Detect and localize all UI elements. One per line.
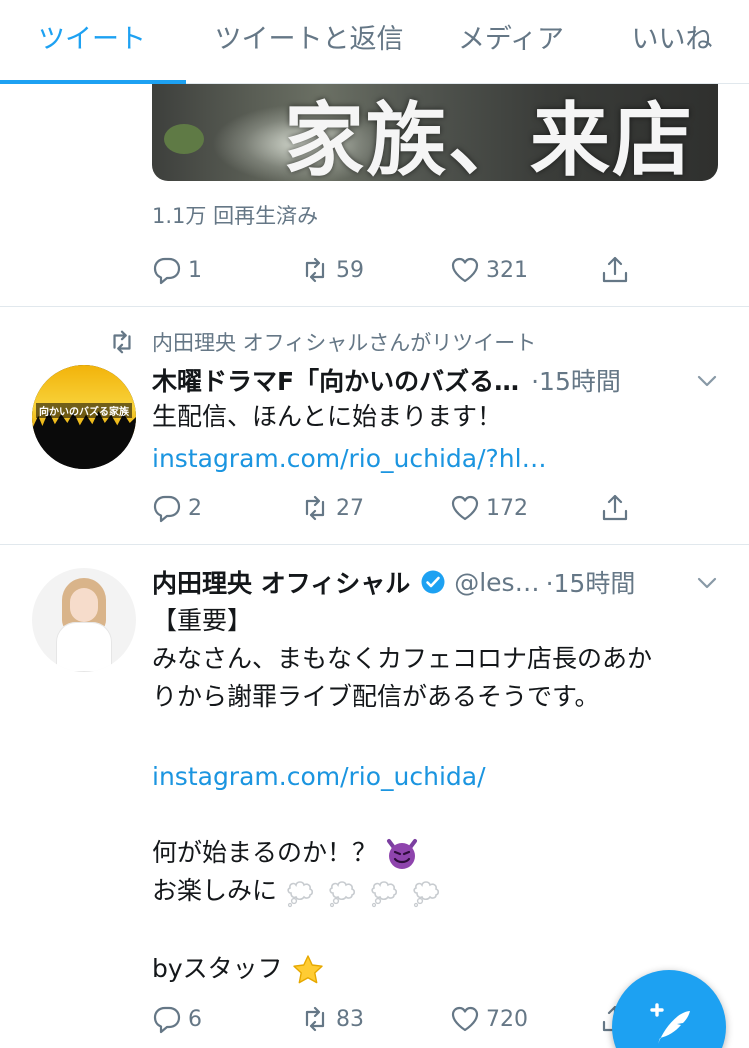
star-emoji-icon <box>292 955 323 984</box>
retweet-count: 59 <box>336 257 364 283</box>
tweet-link[interactable]: instagram.com/rio_uchida/ <box>152 760 486 794</box>
thought-balloon-emoji-icon <box>329 881 355 908</box>
display-name[interactable]: 内田理央 オフィシャル <box>152 564 410 600</box>
compose-tweet-button[interactable] <box>612 970 726 1048</box>
reply-icon <box>153 495 181 523</box>
share-button[interactable] <box>600 252 630 288</box>
tweet-text-fragment: 何が始まるのか！？ <box>152 838 378 867</box>
chevron-down-icon[interactable] <box>694 368 720 394</box>
like-count: 720 <box>486 1006 528 1032</box>
retweet-button[interactable]: 83 <box>300 1001 364 1037</box>
retweet-icon <box>305 495 325 521</box>
tweet-text-line: byスタッフ <box>152 952 325 987</box>
reply-count: 1 <box>188 257 202 283</box>
retweet-button[interactable]: 59 <box>300 252 364 288</box>
tab-tweets[interactable]: ツイート <box>22 0 162 84</box>
reply-count: 6 <box>188 1006 202 1032</box>
thumbnail-tree <box>164 124 204 154</box>
thought-balloon-emoji-icon <box>413 881 439 908</box>
tweet-text-line: りから謝罪ライブ配信があるそうです。 <box>152 682 600 711</box>
reply-button[interactable]: 1 <box>152 252 202 288</box>
retweet-count: 83 <box>336 1006 364 1032</box>
tweet-time[interactable]: ·15時間 <box>546 564 636 600</box>
like-button[interactable]: 321 <box>450 252 528 288</box>
retweet-count: 27 <box>336 495 364 521</box>
user-handle[interactable]: @les… <box>454 568 539 597</box>
tab-media[interactable]: メディア <box>448 0 574 84</box>
avatar-title-text: 向かいのバズる家族 <box>36 403 132 418</box>
profile-tabs: ツイート ツイートと返信 メディア いいね <box>0 0 749 84</box>
tweet-header: 木曜ドラマF「向かいのバズる… ·15時間 <box>152 363 621 397</box>
retweet-icon <box>305 1006 325 1032</box>
share-button[interactable] <box>600 490 630 526</box>
video-thumbnail[interactable]: 家族、来店 <box>152 84 718 181</box>
reply-button[interactable]: 2 <box>152 490 202 526</box>
tab-likes[interactable]: いいね <box>620 0 724 84</box>
tweet-text-line: お楽しみに <box>152 874 445 909</box>
avatar-crowd-silhouette <box>32 411 136 469</box>
avatar[interactable]: 向かいのバズる家族 <box>32 365 136 469</box>
active-tab-indicator <box>0 80 186 84</box>
tweet-text-line: みなさん、まもなくカフェコロナ店長のあか <box>152 644 653 673</box>
avatar[interactable] <box>32 568 136 672</box>
tweet-divider <box>0 306 749 307</box>
reply-button[interactable]: 6 <box>152 1001 202 1037</box>
smiling-devil-emoji-icon <box>386 839 417 869</box>
tweet-actions: 6 83 720 <box>152 1001 642 1037</box>
retweeted-by-line[interactable]: 内田理央 オフィシャルさんがリツイート <box>108 328 536 356</box>
tweet-actions: 1 59 321 <box>152 252 642 288</box>
heart-icon <box>451 257 479 283</box>
video-caption-text: 家族、来店 <box>284 93 694 181</box>
like-button[interactable]: 720 <box>450 1001 528 1037</box>
reply-count: 2 <box>188 495 202 521</box>
tweet-text-line: 何が始まるのか！？ <box>152 836 419 871</box>
tweet-link[interactable]: instagram.com/rio_uchida/?hl… <box>152 442 547 476</box>
retweeted-by-text: 内田理央 オフィシャルさんがリツイート <box>152 331 537 355</box>
avatar-body <box>56 622 112 672</box>
share-icon <box>602 256 628 283</box>
view-count: 1.1万 回再生済み <box>152 204 319 228</box>
like-button[interactable]: 172 <box>450 490 528 526</box>
thought-balloon-emoji-icon <box>371 881 397 908</box>
tweet-text-line: 【重要】 <box>152 606 253 635</box>
chevron-down-icon[interactable] <box>694 570 720 596</box>
tab-tweets-and-replies[interactable]: ツイートと返信 <box>206 0 412 84</box>
reply-icon <box>153 257 181 285</box>
like-count: 172 <box>486 495 528 521</box>
tweet-time[interactable]: ·15時間 <box>531 362 621 398</box>
thought-balloon-emoji-icon <box>287 881 314 908</box>
tweet-actions: 2 27 172 <box>152 490 642 526</box>
retweet-button[interactable]: 27 <box>300 490 364 526</box>
retweet-icon <box>113 330 131 354</box>
share-icon <box>602 494 628 521</box>
tweet-divider <box>0 544 749 545</box>
retweet-icon <box>305 257 325 283</box>
display-name[interactable]: 木曜ドラマF「向かいのバズる… <box>152 362 519 398</box>
tweet-text: 生配信、ほんとに始まります！ <box>152 402 503 431</box>
tweet-header: 内田理央 オフィシャル @les… ·15時間 <box>152 565 635 599</box>
tweet-text-fragment: byスタッフ <box>152 954 283 983</box>
verified-badge-icon <box>421 570 445 594</box>
heart-icon <box>451 1006 479 1032</box>
like-count: 321 <box>486 257 528 283</box>
compose-tweet-icon <box>650 1003 690 1044</box>
heart-icon <box>451 495 479 521</box>
reply-icon <box>153 1006 181 1034</box>
avatar-face <box>70 588 98 622</box>
tweet-text-fragment: お楽しみに <box>152 876 278 905</box>
